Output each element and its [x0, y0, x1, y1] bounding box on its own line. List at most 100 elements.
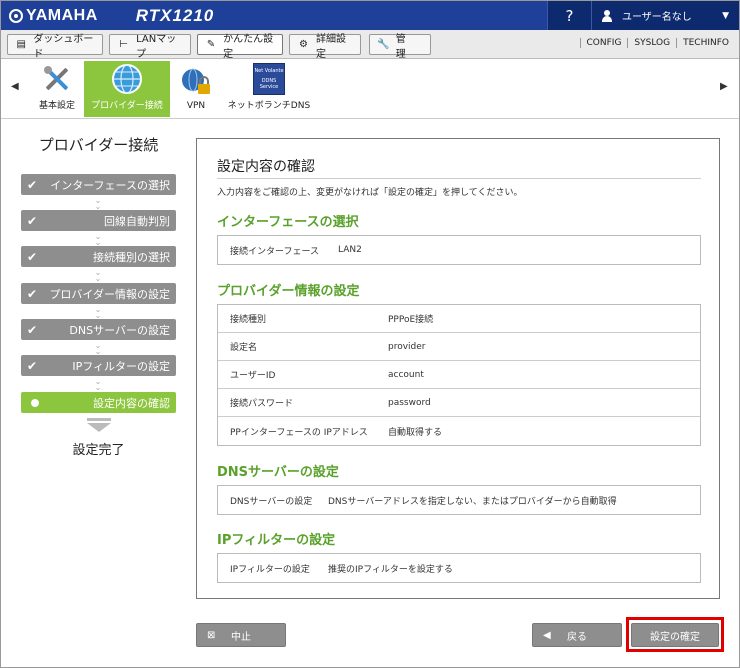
section-heading-dns: DNSサーバーの設定	[217, 465, 339, 480]
panel-description: 入力内容をご確認の上、変更がなければ「設定の確定」を押してください。	[217, 188, 523, 198]
ip-filter-table: IPフィルターの設定 推奨のIPフィルターを設定する	[217, 553, 701, 583]
ddns-brand-text: Net Volante	[254, 68, 284, 74]
scroll-left-icon[interactable]: ◀	[11, 81, 19, 92]
pencil-icon: ✎	[206, 38, 216, 50]
tab-management[interactable]: 🔧 管 理	[369, 34, 431, 60]
tab-label: かんたん設定	[223, 33, 274, 60]
row-key: 接続パスワード	[230, 399, 294, 409]
user-menu[interactable]: ユーザー名なし ▼	[591, 1, 739, 30]
table-row: 設定名 provider	[218, 333, 700, 361]
user-name: ユーザー名なし	[622, 12, 692, 23]
back-button[interactable]: ◀ 戻る	[532, 623, 622, 647]
step-interface-selection: ✔ インターフェースの選択	[21, 174, 176, 195]
button-label: 設定の確定	[650, 631, 700, 643]
quick-item-basic-settings[interactable]: 基本設定	[31, 61, 83, 117]
check-icon: ✔	[27, 213, 38, 228]
row-key: IPフィルターの設定	[230, 564, 310, 575]
panel-title: 設定内容の確認	[217, 159, 315, 175]
wrench-icon: 🔧	[377, 38, 390, 50]
help-button[interactable]: ?	[547, 1, 591, 30]
main-tab-bar: ▤ ダッシュボード ⊢ LANマップ ✎ かんたん設定 ⚙ 詳細設定 🔧 管 理…	[1, 30, 739, 60]
utility-links: CONFIG SYSLOG TECHINFO	[579, 38, 735, 48]
current-step-dot-icon	[31, 398, 39, 407]
ddns-service-text: DDNS Service	[259, 78, 279, 90]
ddns-service-icon: Net Volante DDNS Service	[253, 63, 285, 95]
table-row: 接続パスワード password	[218, 389, 700, 417]
row-value: password	[388, 397, 431, 408]
check-icon: ✔	[27, 358, 38, 373]
row-key: 設定名	[230, 343, 258, 353]
title-divider	[217, 178, 701, 179]
step-line-detection: ✔ 回線自動判別	[21, 210, 176, 231]
button-label: 戻る	[567, 631, 587, 643]
next-step-arrow-icon	[87, 418, 111, 432]
tab-dashboard[interactable]: ▤ ダッシュボード	[7, 34, 103, 60]
check-icon: ✔	[27, 322, 38, 337]
vpn-lock-icon	[180, 66, 212, 98]
step-label: プロバイダー情報の設定	[49, 287, 170, 301]
step-label: 接続種別の選択	[93, 250, 170, 264]
quick-item-vpn[interactable]: VPN	[175, 61, 217, 117]
row-value: 推奨のIPフィルターを設定する	[328, 564, 453, 575]
step-ip-filter: ✔ IPフィルターの設定	[21, 355, 176, 376]
cancel-icon: ⊠	[207, 629, 216, 641]
table-row: 接続インターフェース LAN2	[218, 236, 700, 264]
syslog-link[interactable]: SYSLOG	[627, 38, 676, 48]
table-row: DNSサーバーの設定 DNSサーバーアドレスを指定しない、またはプロバイダーから…	[218, 486, 700, 514]
scroll-right-icon[interactable]: ▶	[720, 81, 728, 92]
user-icon	[602, 9, 612, 22]
gear-icon: ⚙	[299, 38, 308, 50]
logo-text: YAMAHA	[26, 6, 98, 24]
step-label: IPフィルターの設定	[72, 359, 170, 373]
quick-item-label: VPN	[186, 101, 206, 111]
quick-item-netvolante-dns[interactable]: Net Volante DDNS Service ネットボランチDNS	[225, 61, 313, 117]
button-label: 中止	[231, 631, 251, 643]
row-value: LAN2	[338, 245, 362, 255]
row-value: account	[388, 369, 424, 380]
step-connection-type: ✔ 接続種別の選択	[21, 246, 176, 267]
section-heading-interface: インターフェースの選択	[217, 215, 359, 230]
tab-lan-map[interactable]: ⊢ LANマップ	[109, 34, 191, 60]
chevron-down-icon: ▼	[722, 10, 729, 21]
table-row: ユーザーID account	[218, 361, 700, 389]
quick-item-provider-connection[interactable]: プロバイダー接続	[84, 61, 170, 117]
quick-setup-strip: ◀ 基本設定 プロバイダー接続 VPN Net Volante DDNS Ser…	[1, 59, 739, 119]
row-key: ユーザーID	[230, 371, 276, 381]
row-key: 接続種別	[230, 315, 267, 325]
check-icon: ✔	[27, 286, 38, 301]
check-icon: ✔	[27, 249, 38, 264]
dashboard-icon: ▤	[16, 38, 26, 50]
techinfo-link[interactable]: TECHINFO	[676, 38, 735, 48]
globe-icon	[111, 63, 143, 95]
table-row: 接続種別 PPPoE接続	[218, 305, 700, 333]
step-label: 回線自動判別	[104, 214, 170, 228]
tab-advanced-settings[interactable]: ⚙ 詳細設定	[289, 34, 361, 60]
step-label: DNSサーバーの設定	[69, 323, 170, 337]
confirmation-panel: 設定内容の確認 入力内容をご確認の上、変更がなければ「設定の確定」を押してくださ…	[196, 138, 720, 599]
row-key: 接続インターフェース	[230, 246, 320, 257]
confirm-settings-button[interactable]: 設定の確定	[631, 623, 719, 647]
config-link[interactable]: CONFIG	[579, 38, 628, 48]
lan-map-icon: ⊢	[119, 38, 128, 50]
step-down-arrow-icon: ⌄ ⌄	[94, 377, 102, 392]
top-bar: YAMAHA RTX1210 ? ユーザー名なし ▼	[1, 1, 739, 30]
wizard-title: プロバイダー接続	[38, 136, 159, 154]
quick-item-label: 基本設定	[38, 101, 75, 111]
tab-label: 管 理	[395, 33, 416, 60]
step-down-arrow-icon: ⌄ ⌄	[94, 341, 102, 356]
row-value: PPPoE接続	[388, 315, 434, 325]
row-key: PPインターフェースの IPアドレス	[230, 427, 368, 438]
check-icon: ✔	[27, 177, 38, 192]
tab-easy-setup[interactable]: ✎ かんたん設定	[197, 34, 283, 60]
cancel-button[interactable]: ⊠ 中止	[196, 623, 286, 647]
step-label: 設定内容の確認	[93, 396, 170, 410]
table-row: IPフィルターの設定 推奨のIPフィルターを設定する	[218, 554, 700, 582]
quick-item-label: ネットボランチDNS	[227, 101, 311, 111]
row-value: DNSサーバーアドレスを指定しない、またはプロバイダーから自動取得	[328, 496, 617, 507]
tab-label: 詳細設定	[315, 33, 346, 60]
section-heading-provider: プロバイダー情報の設定	[217, 284, 360, 299]
top-bar-right: ? ユーザー名なし ▼	[547, 1, 739, 30]
tools-icon	[41, 63, 73, 95]
tab-label: LANマップ	[136, 33, 177, 60]
step-down-arrow-icon: ⌄ ⌄	[94, 268, 102, 283]
